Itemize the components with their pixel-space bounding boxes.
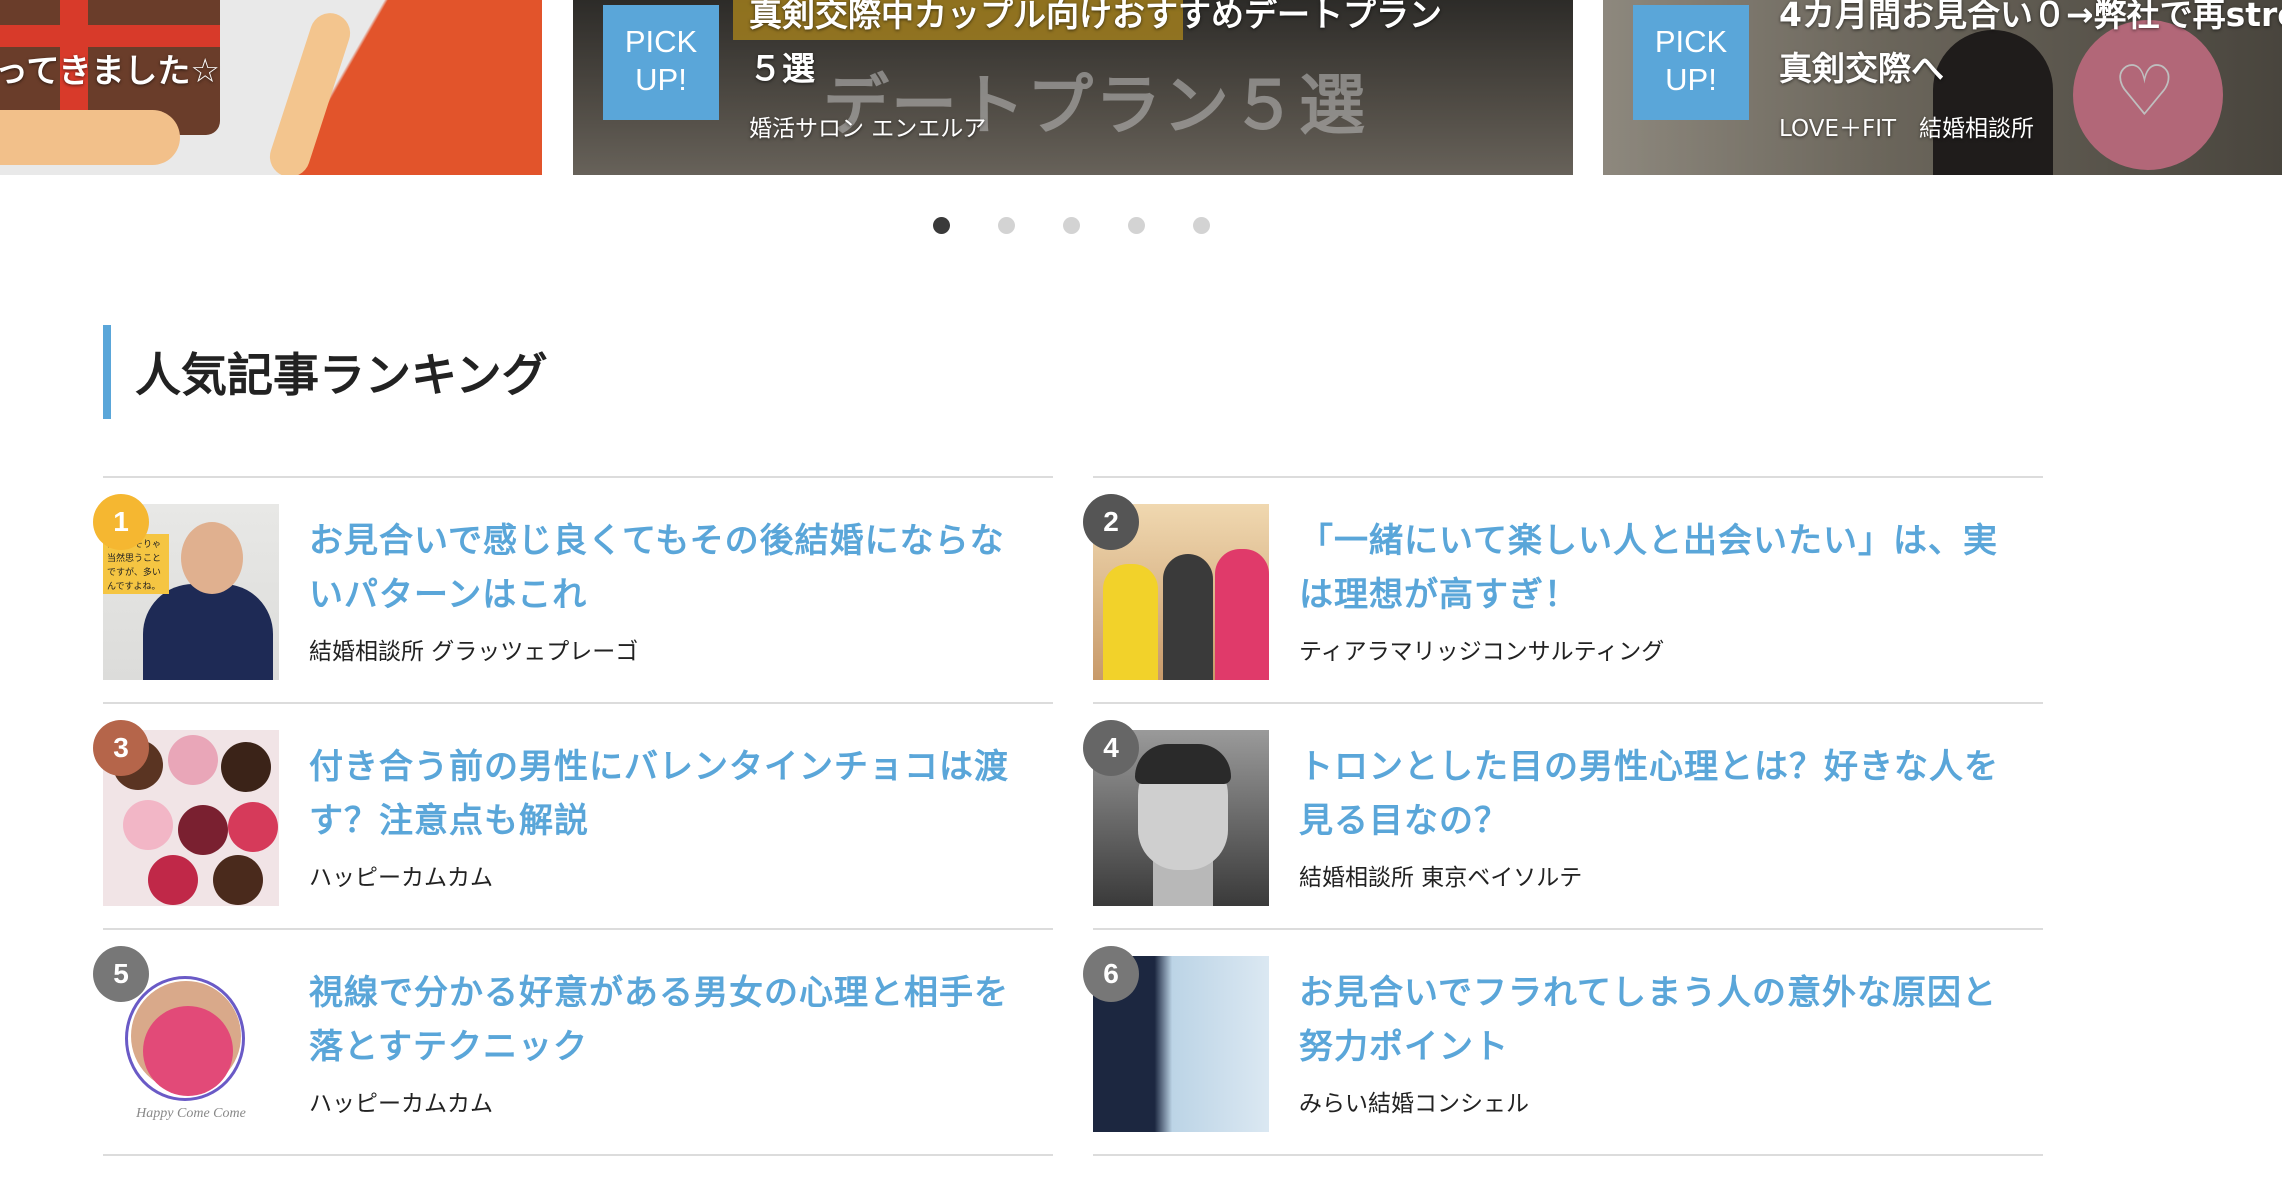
article-title-link[interactable]: お見合いで感じ良くてもその後結婚にならないパターンはこれ: [309, 514, 1039, 622]
pickup-badge: PICK UP!: [603, 5, 719, 120]
carousel-dot-1[interactable]: [933, 217, 950, 234]
rank-badge: 2: [1083, 494, 1139, 550]
article-source: ハッピーカムカム: [309, 865, 493, 891]
article-source: ハッピーカムカム: [309, 1091, 493, 1117]
article-title-link[interactable]: トロンとした目の男性心理とは？好きな人を見る目なの？: [1299, 740, 2029, 848]
ranking-item[interactable]: 1 たっ、そりゃ当然思うことですが、多いんですよね。 お見合いで感じ良くてもその…: [93, 476, 1053, 702]
rank-badge: 5: [93, 946, 149, 1002]
article-title-link[interactable]: 「一緒にいて楽しい人と出会いたい」は、実は理想が高すぎ！: [1299, 514, 2029, 622]
carousel-slide-2[interactable]: デートプラン５選 PICK UP! 真剣交際中カップル向けおすすめデートプラン …: [573, 0, 1573, 175]
slide-source: LOVE＋FIT 結婚相談所: [1779, 116, 2035, 142]
ranking-item[interactable]: 3 付き合う前の男性にバレンタインチョコは渡す？注意点も解説 ハッピーカムカム: [93, 702, 1053, 928]
carousel-dot-2[interactable]: [998, 217, 1015, 234]
ranking-item[interactable]: 4 トロンとした目の男性心理とは？好きな人を見る目なの？ 結婚相談所 東京ベイソ…: [1083, 702, 2043, 928]
slide-title: 4カ月間お見合い０→弊社で再stretching 真剣交際へ: [1779, 0, 2282, 88]
article-source: 結婚相談所 グラッツェプレーゴ: [309, 639, 639, 665]
article-title-link[interactable]: 付き合う前の男性にバレンタインチョコは渡す？注意点も解説: [309, 740, 1039, 848]
rank-badge: 1: [93, 494, 149, 550]
rank-badge: 4: [1083, 720, 1139, 776]
rank-badge: 3: [93, 720, 149, 776]
brand-logo: Happy Come Come: [136, 1106, 246, 1121]
ranking-item[interactable]: 5 Happy Come Come 視線で分かる好意がある男女の心理と相手を落と…: [93, 928, 1053, 1156]
rank-badge: 6: [1083, 946, 1139, 1002]
carousel-slide-1[interactable]: ってきました☆: [0, 0, 542, 175]
carousel-slide-3[interactable]: ♡ PICK UP! 4カ月間お見合い０→弊社で再stretching 真剣交際…: [1603, 0, 2282, 175]
article-source: みらい結婚コンシェル: [1299, 1091, 1529, 1117]
carousel-pagination: [933, 217, 1210, 234]
ranking-heading: 人気記事ランキング: [103, 325, 548, 419]
pickup-badge: PICK UP!: [1633, 5, 1749, 120]
pickup-carousel: ってきました☆ デートプラン５選 PICK UP! 真剣交際中カップル向けおすす…: [0, 0, 2282, 175]
slide-title: 真剣交際中カップル向けおすすめデートプラン ５選: [749, 0, 1442, 88]
slide-title: ってきました☆: [0, 51, 220, 90]
ranking-item[interactable]: 2 「一緒にいて楽しい人と出会いたい」は、実は理想が高すぎ！ ティアラマリッジコ…: [1083, 476, 2043, 702]
hand-illustration: [0, 110, 180, 165]
slide-source: 婚活サロン エンエルア: [749, 116, 987, 142]
ranking-item[interactable]: 6 お見合いでフラれてしまう人の意外な原因と努力ポイント みらい結婚コンシェル: [1083, 928, 2043, 1156]
ranking-list: 1 たっ、そりゃ当然思うことですが、多いんですよね。 お見合いで感じ良くてもその…: [93, 476, 2045, 1156]
article-title-link[interactable]: お見合いでフラれてしまう人の意外な原因と努力ポイント: [1299, 966, 2029, 1074]
article-source: ティアラマリッジコンサルティング: [1299, 639, 1665, 665]
carousel-dot-5[interactable]: [1193, 217, 1210, 234]
carousel-dot-3[interactable]: [1063, 217, 1080, 234]
carousel-dot-4[interactable]: [1128, 217, 1145, 234]
article-title-link[interactable]: 視線で分かる好意がある男女の心理と相手を落とすテクニック: [309, 966, 1039, 1074]
article-source: 結婚相談所 東京ベイソルテ: [1299, 865, 1583, 891]
